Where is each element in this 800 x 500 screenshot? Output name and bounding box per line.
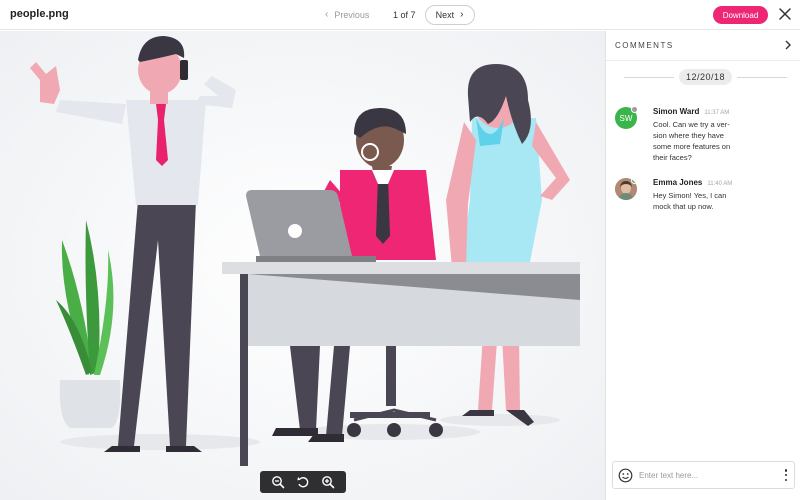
avatar bbox=[615, 178, 637, 200]
previous-button[interactable]: ‹ Previous bbox=[325, 9, 383, 21]
comments-title: COMMENTS bbox=[615, 41, 674, 50]
date-separator: 12/20/18 bbox=[606, 61, 800, 93]
comment-item: Emma Jones 11:40 AM Hey Simon! Yes, I ca… bbox=[615, 178, 795, 212]
image-canvas bbox=[0, 31, 605, 500]
top-bar: people.png ‹ Previous 1 of 7 Next › Down… bbox=[0, 0, 800, 30]
chevron-left-icon: ‹ bbox=[325, 9, 329, 20]
comment-text: Cool. Can we try a ver- sion where they … bbox=[653, 119, 730, 163]
comment-author: Emma Jones bbox=[653, 178, 703, 187]
file-name: people.png bbox=[10, 8, 69, 20]
date-badge: 12/20/18 bbox=[679, 69, 732, 85]
comment-time: 11:40 AM bbox=[707, 181, 733, 187]
comment-item: SW Simon Ward 11:37 AM Cool. Can we try … bbox=[615, 106, 795, 163]
avatar: SW bbox=[615, 106, 638, 129]
next-label: Next bbox=[435, 10, 455, 20]
comment-text: Hey Simon! Yes, I can mock that up now. bbox=[653, 190, 732, 212]
divider bbox=[624, 77, 674, 78]
zoom-in-icon[interactable] bbox=[320, 474, 336, 490]
comment-input[interactable] bbox=[639, 470, 774, 480]
comment-line: Hey Simon! Yes, I can bbox=[653, 191, 727, 200]
download-button[interactable]: Download bbox=[713, 6, 768, 24]
emoji-icon[interactable] bbox=[618, 468, 633, 483]
zoom-toolbar bbox=[260, 471, 346, 493]
people-illustration bbox=[0, 31, 605, 500]
comment-line: mock that up now. bbox=[653, 202, 714, 211]
comment-line: some more features on bbox=[653, 142, 731, 151]
comment-line: sion where they have bbox=[653, 131, 724, 140]
next-button[interactable]: Next › bbox=[424, 5, 475, 25]
comment-line: Cool. Can we try a ver- bbox=[653, 120, 730, 129]
status-dot bbox=[631, 106, 638, 113]
comments-panel: COMMENTS 12/20/18 SW Simon Ward 11:37 AM… bbox=[605, 31, 800, 500]
previous-label: Previous bbox=[334, 10, 370, 20]
rotate-icon[interactable] bbox=[295, 474, 311, 490]
image-navigation: ‹ Previous 1 of 7 Next › bbox=[325, 5, 475, 25]
comment-author: Simon Ward bbox=[653, 107, 700, 116]
divider bbox=[737, 77, 787, 78]
zoom-out-icon[interactable] bbox=[270, 474, 286, 490]
comment-time: 11:37 AM bbox=[704, 110, 730, 116]
avatar-initials: SW bbox=[619, 113, 633, 123]
comments-header: COMMENTS bbox=[606, 31, 800, 61]
comment-composer bbox=[612, 461, 795, 489]
comment-line: their faces? bbox=[653, 153, 692, 162]
close-icon[interactable] bbox=[777, 6, 793, 22]
more-vertical-icon[interactable] bbox=[783, 469, 789, 481]
page-counter: 1 of 7 bbox=[393, 10, 416, 20]
chevron-right-icon[interactable] bbox=[784, 37, 792, 55]
chevron-right-icon: › bbox=[460, 9, 464, 20]
status-dot bbox=[631, 178, 637, 184]
